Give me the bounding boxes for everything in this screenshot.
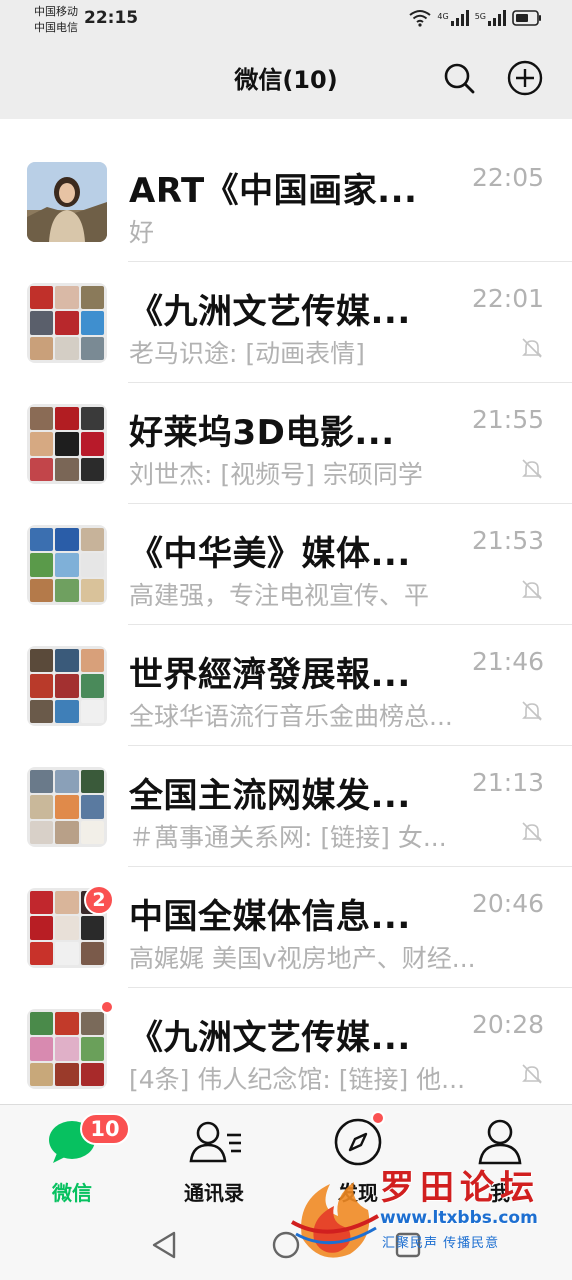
mute-bell-icon (522, 338, 542, 358)
chat-row[interactable]: 好莱坞3D电影... 21:55 刘世杰: [视频号] 宗硕同学 (0, 383, 572, 504)
network-label-1: 4G (437, 11, 449, 21)
chat-name: 世界經濟發展報... (129, 655, 411, 695)
chat-time: 22:05 (471, 163, 544, 192)
chat-name: 全国主流网媒发... (129, 776, 411, 816)
chat-list[interactable]: ART《中国画家... 22:05 好 《九洲文艺传媒... 22:01 老马识… (0, 119, 572, 1104)
search-button[interactable] (441, 60, 477, 96)
unread-dot (100, 1000, 114, 1014)
chat-time: 21:46 (471, 647, 544, 676)
watermark-title: 罗田论坛 (380, 1168, 540, 1208)
tab-contacts[interactable]: 通讯录 (159, 1117, 269, 1207)
chat-name: 《中华美》媒体... (129, 534, 411, 574)
chat-time: 21:55 (471, 405, 544, 434)
mute-bell-icon (522, 580, 542, 600)
battery-icon (512, 10, 542, 30)
chat-row[interactable]: 中国全媒体信息... 20:46 高娓娓 美国v视房地产、财经... (0, 867, 572, 988)
watermark: 罗田论坛 www.ltxbbs.com 汇聚民声 传播民意 (290, 1160, 572, 1280)
chat-row[interactable]: 《九洲文艺传媒... 22:01 老马识途: [动画表情] (0, 262, 572, 383)
chat-preview: 老马识途: [动画表情] (129, 339, 365, 368)
partial-chat-row[interactable] (0, 119, 572, 141)
status-icons: 4G 5G (409, 9, 542, 31)
profile-photo (27, 162, 107, 242)
chat-name: 中国全媒体信息... (129, 897, 411, 937)
watermark-slogan: 汇聚民声 传播民意 (382, 1236, 500, 1251)
chat-row[interactable]: 《九洲文艺传媒... 20:28 [4条] 伟人纪念馆: [链接] 他... (0, 988, 572, 1104)
chat-time: 20:46 (471, 889, 544, 918)
chat-row[interactable]: 全国主流网媒发... 21:13 ＃萬事通关系网: [链接] 女... (0, 746, 572, 867)
plus-circle-icon (507, 60, 543, 96)
carrier-2: 中国电信 (34, 21, 78, 34)
wifi-icon (409, 9, 432, 31)
chat-row[interactable]: 《中华美》媒体... 21:53 高建强，专注电视宣传、平 (0, 504, 572, 625)
chat-time: 20:28 (471, 1010, 544, 1039)
forum-logo-icon (290, 1182, 380, 1258)
page-title: 微信(10) (234, 66, 338, 94)
header: 微信(10) (0, 42, 572, 119)
carrier-1: 中国移动 (34, 5, 78, 18)
mute-bell-icon (522, 822, 542, 842)
tab-unread-badge: 10 (80, 1113, 130, 1145)
back-icon[interactable] (150, 1230, 178, 1260)
chat-row[interactable]: 世界經濟發展報... 21:46 全球华语流行音乐金曲榜总... (0, 625, 572, 746)
clock: 22:15 (84, 8, 139, 28)
network-label-2: 5G (474, 11, 486, 21)
carriers: 中国移动 中国电信 (34, 4, 78, 36)
discover-dot (371, 1111, 385, 1125)
chat-name: 好莱坞3D电影... (129, 413, 395, 453)
contacts-icon (189, 1117, 241, 1167)
mute-bell-icon (522, 459, 542, 479)
chat-row[interactable]: ART《中国画家... 22:05 好 (0, 141, 572, 262)
tab-label: 微信 (52, 1181, 92, 1205)
chat-preview: 全球华语流行音乐金曲榜总... (129, 702, 453, 731)
chat-preview: 高建强，专注电视宣传、平 (129, 581, 430, 610)
group-avatar (27, 525, 107, 605)
chat-name: ART《中国画家... (129, 171, 418, 211)
group-avatar (27, 1009, 107, 1089)
avatar (27, 162, 107, 242)
group-avatar (27, 646, 107, 726)
mute-bell-icon (522, 701, 542, 721)
signal-icon-2 (488, 10, 506, 30)
mute-bell-icon (522, 1064, 542, 1084)
chat-preview: 好 (129, 218, 155, 247)
tab-label: 通讯录 (184, 1181, 244, 1205)
chat-time: 22:01 (471, 284, 544, 313)
add-button[interactable] (507, 60, 543, 96)
watermark-url: www.ltxbbs.com (380, 1208, 538, 1228)
group-avatar (27, 767, 107, 847)
chat-preview: [4条] 伟人纪念馆: [链接] 他... (129, 1065, 466, 1094)
search-icon (444, 63, 475, 94)
status-bar: 中国移动 中国电信 22:15 4G 5G (0, 0, 572, 42)
group-avatar (27, 283, 107, 363)
chat-time: 21:13 (471, 768, 544, 797)
chat-name: 《九洲文艺传媒... (129, 1018, 411, 1058)
group-avatar (27, 404, 107, 484)
unread-badge: 2 (84, 885, 114, 915)
chat-preview: 高娓娓 美国v视房地产、财经... (129, 944, 476, 973)
chat-preview: ＃萬事通关系网: [链接] 女... (129, 823, 447, 852)
chat-time: 21:53 (471, 526, 544, 555)
chat-preview: 刘世杰: [视频号] 宗硕同学 (129, 460, 423, 489)
chat-name: 《九洲文艺传媒... (129, 292, 411, 332)
signal-icon (450, 10, 469, 30)
